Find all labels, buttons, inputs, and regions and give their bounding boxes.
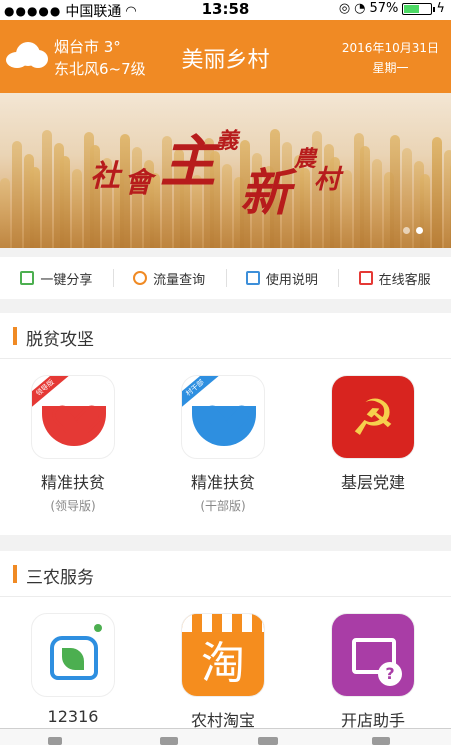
battery-icon xyxy=(402,2,436,15)
tile-label: 精准扶贫 xyxy=(40,473,105,492)
wheat-stalk xyxy=(390,135,400,248)
app-header: 烟台市 3° 东北风6~7级 美丽乡村 2016年10月31日 星期一 xyxy=(0,20,451,93)
wheat-stalk xyxy=(432,137,442,248)
customer-service-label: 在线客服 xyxy=(378,272,431,288)
app-screen: ●●●●● 中国联通 ◠ 13:58 ◎ ◔ 57% ϟ 烟台市 3° 东北风6… xyxy=(0,0,451,745)
section-accent-bar xyxy=(13,327,17,345)
heart-hands-icon: 村干部 xyxy=(181,375,265,459)
section-tiles: 12316 淘 农村淘宝 ? 开店助手 xyxy=(0,597,451,745)
carousel-pager xyxy=(403,227,423,234)
agri-service-section: 三农服务 12316 淘 农村淘宝 ? 开店助手 xyxy=(0,551,451,745)
calligraphy-char: 會 xyxy=(124,166,153,199)
calligraphy-char: 村 xyxy=(314,165,341,195)
quick-actions-bar: 一键分享 流量查询 使用说明 在线客服 xyxy=(0,257,451,299)
calligraphy-char: 義 xyxy=(216,128,239,154)
heart-hands-icon: 领导版 xyxy=(31,375,115,459)
edit-service-icon xyxy=(358,271,373,285)
poverty-leader-tile[interactable]: 领导版 精准扶贫 (领导版) xyxy=(8,375,138,514)
wheat-stalk xyxy=(372,159,382,248)
banner-carousel[interactable]: 社 會 主 義 新 農 村 xyxy=(0,93,451,248)
charging-icon: ϟ xyxy=(436,1,445,16)
home-leaf-icon xyxy=(31,613,115,697)
weekday-text: 星期一 xyxy=(372,61,409,75)
rural-taobao-tile[interactable]: 淘 农村淘宝 xyxy=(158,613,288,731)
status-bar: ●●●●● 中国联通 ◠ 13:58 ◎ ◔ 57% ϟ xyxy=(0,0,451,20)
tile-sublabel: (领导版) xyxy=(50,499,96,513)
share-label: 一键分享 xyxy=(40,272,93,288)
hotline-12316-tile[interactable]: 12316 xyxy=(8,613,138,726)
manual-label: 使用说明 xyxy=(265,272,318,288)
data-usage-icon xyxy=(133,271,148,285)
tab-bar xyxy=(0,728,451,745)
tile-label: 基层党建 xyxy=(340,473,405,492)
section-title: 三农服务 xyxy=(26,568,94,588)
tab-home-icon[interactable] xyxy=(48,737,62,745)
customer-service-button[interactable]: 在线客服 xyxy=(338,257,451,299)
pager-dot-active[interactable] xyxy=(416,227,423,234)
data-usage-button[interactable]: 流量查询 xyxy=(112,257,226,299)
taobao-shop-icon: 淘 xyxy=(181,613,265,697)
pager-dot[interactable] xyxy=(403,227,410,234)
section-header: 脱贫攻坚 xyxy=(0,313,451,359)
wheat-stalk xyxy=(60,156,70,248)
data-usage-label: 流量查询 xyxy=(153,272,206,288)
wheat-stalk xyxy=(360,146,370,248)
calligraphy-char: 主 xyxy=(160,129,216,195)
banner-calligraphy: 社 會 主 義 新 農 村 xyxy=(90,121,350,222)
shop-help-icon: ? xyxy=(331,613,415,697)
tile-label: 精准扶贫 xyxy=(190,473,255,492)
wheat-stalk xyxy=(30,167,40,248)
section-tiles: 领导版 精准扶贫 (领导版) 村干部 精准扶贫 (干部版) ☭ 基层党建 xyxy=(0,359,451,535)
section-accent-bar xyxy=(13,565,17,583)
alarm-icon: ◔ xyxy=(354,1,366,16)
tab-list-icon[interactable] xyxy=(160,737,178,745)
date-text: 2016年10月31日 xyxy=(341,41,439,55)
calligraphy-char: 農 xyxy=(294,146,317,172)
share-icon xyxy=(20,271,35,285)
battery-percent: 57% xyxy=(369,1,399,16)
party-building-tile[interactable]: ☭ 基层党建 xyxy=(308,375,438,493)
share-button[interactable]: 一键分享 xyxy=(0,257,113,299)
calligraphy-char: 社 xyxy=(90,159,120,194)
wheat-stalk xyxy=(420,174,430,248)
hammer-sickle-icon: ☭ xyxy=(331,375,415,459)
calligraphy-char: 新 xyxy=(240,163,290,222)
wheat-stalk xyxy=(42,130,52,248)
rotation-lock-icon: ◎ xyxy=(338,1,351,16)
poverty-cadre-tile[interactable]: 村干部 精准扶贫 (干部版) xyxy=(158,375,288,514)
manual-button[interactable]: 使用说明 xyxy=(225,257,339,299)
shop-assistant-tile[interactable]: ? 开店助手 xyxy=(308,613,438,731)
wheat-stalk xyxy=(12,141,22,248)
wheat-stalk xyxy=(0,178,10,248)
tile-label: 12316 xyxy=(47,707,99,726)
manual-icon xyxy=(245,271,260,285)
section-title: 脱贫攻坚 xyxy=(26,330,94,350)
wheat-stalk xyxy=(72,169,82,248)
tab-grid-icon[interactable] xyxy=(258,737,278,745)
tab-profile-icon[interactable] xyxy=(372,737,390,745)
tile-sublabel: (干部版) xyxy=(200,499,246,513)
poverty-section: 脱贫攻坚 领导版 精准扶贫 (领导版) 村干部 精准扶贫 (干部版) ☭ 基层党… xyxy=(0,313,451,535)
section-header: 三农服务 xyxy=(0,551,451,597)
status-right: ◎ ◔ 57% ϟ xyxy=(339,1,445,16)
date-info: 2016年10月31日 星期一 xyxy=(342,38,439,78)
